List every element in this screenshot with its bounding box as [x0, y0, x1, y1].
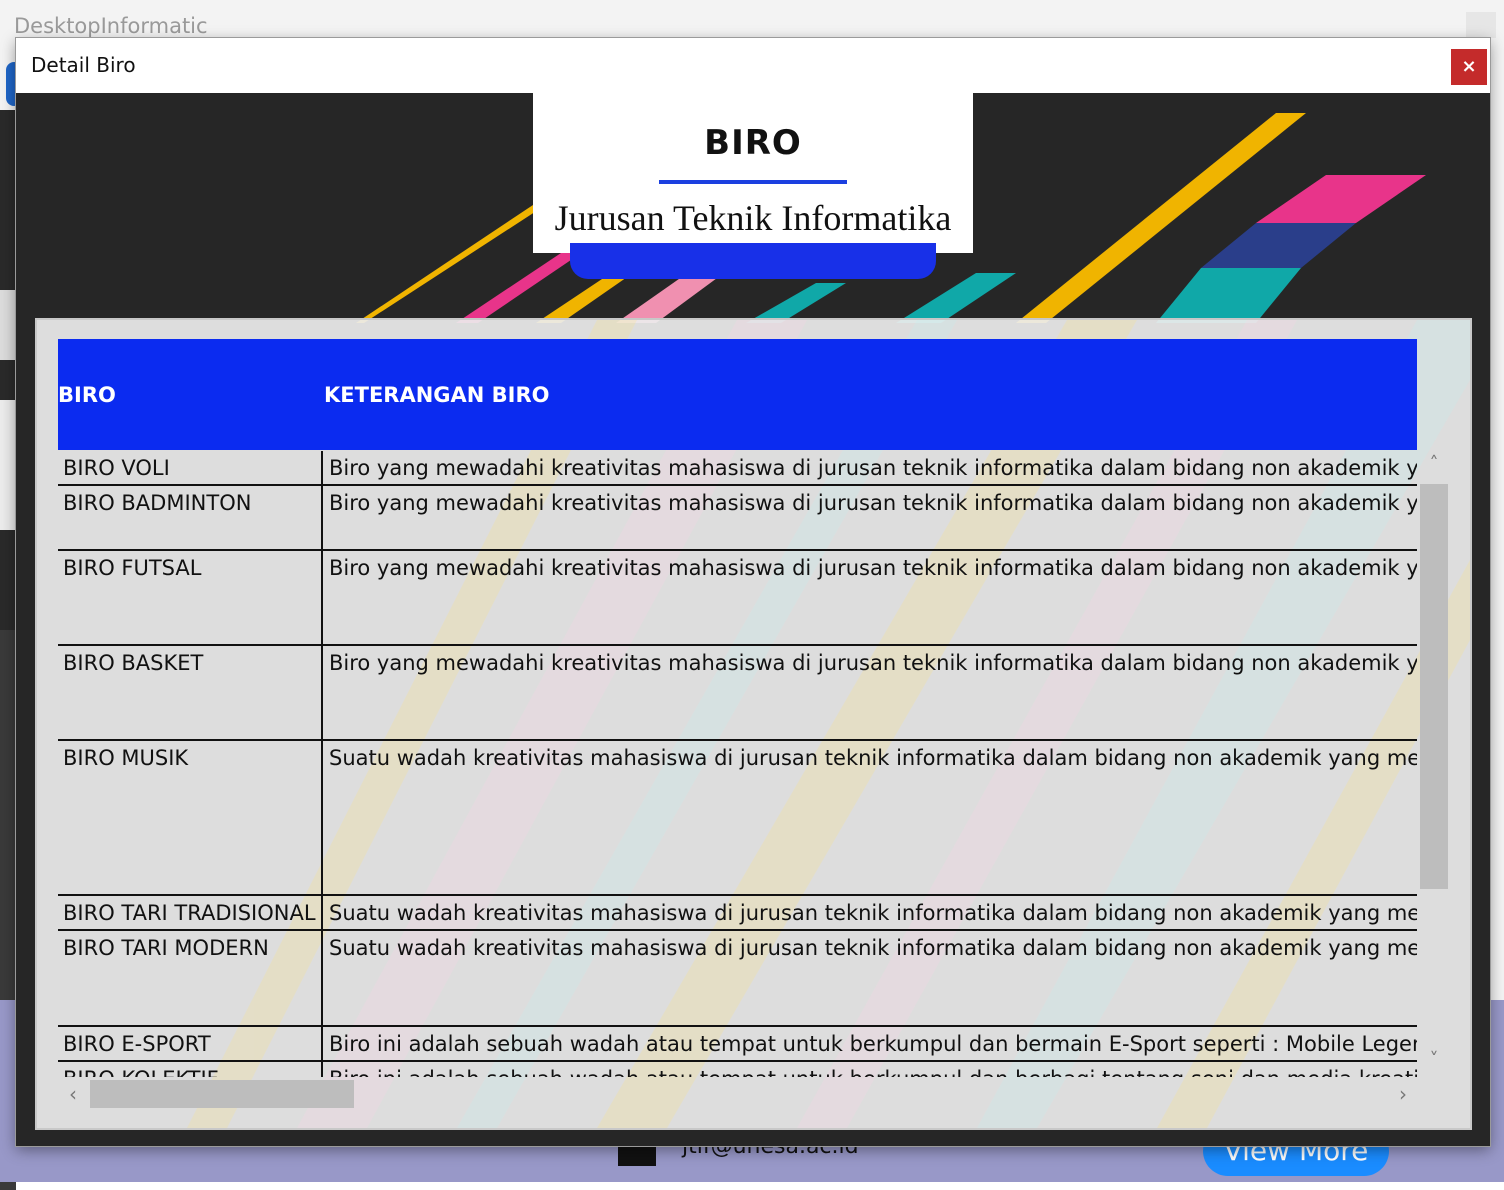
horizontal-scrollbar[interactable]: ‹ › — [58, 1077, 1420, 1111]
table-row[interactable]: BIRO TARI TRADISIONAL Suatu wadah kreati… — [58, 896, 1417, 931]
banner-card: BIRO Jurusan Teknik Informatika — [533, 93, 973, 253]
scroll-up-icon[interactable]: ˄ — [1418, 451, 1450, 477]
stripe-teal-small — [896, 273, 1016, 323]
biro-name: BIRO MUSIK — [63, 746, 189, 770]
background-strip-segment — [0, 290, 16, 360]
biro-cell: BIRO BASKET — [58, 646, 323, 739]
stripe-navy-block — [1201, 223, 1356, 268]
table-row[interactable]: BIRO KOLEKTIF Biro ini adalah sebuah wad… — [58, 1062, 1417, 1077]
biro-cell: BIRO E-SPORT — [58, 1027, 323, 1060]
table-row[interactable]: BIRO BASKET Biro yang mewadahi kreativit… — [58, 646, 1417, 741]
biro-name: BIRO BASKET — [63, 651, 204, 675]
keterangan-cell: Biro ini adalah sebuah wadah atau tempat… — [329, 1032, 1417, 1056]
table-body: BIRO VOLI Biro yang mewadahi kreativitas… — [58, 451, 1417, 1077]
biro-cell: BIRO BADMINTON — [58, 486, 323, 549]
table-row[interactable]: BIRO FUTSAL Biro yang mewadahi kreativit… — [58, 551, 1417, 646]
table-row[interactable]: BIRO MUSIK Suatu wadah kreativitas mahas… — [58, 741, 1417, 896]
background-close-button[interactable] — [1466, 12, 1496, 38]
keterangan-cell: Biro yang mewadahi kreativitas mahasiswa… — [329, 456, 1417, 480]
biro-name: BIRO TARI TRADISIONAL — [63, 901, 316, 925]
keterangan-cell: Biro yang mewadahi kreativitas mahasiswa… — [329, 651, 1417, 675]
table-row[interactable]: BIRO TARI MODERN Suatu wadah kreativitas… — [58, 931, 1417, 1027]
biro-cell: BIRO FUTSAL — [58, 551, 323, 644]
scroll-left-icon[interactable]: ‹ — [58, 1077, 88, 1111]
table-row[interactable]: BIRO VOLI Biro yang mewadahi kreativitas… — [58, 451, 1417, 486]
biro-table-panel: BIRO KETERANGAN BIRO BIRO VOLI Biro yang… — [37, 320, 1470, 1128]
column-header-biro[interactable]: BIRO — [58, 383, 116, 407]
biro-name: BIRO BADMINTON — [63, 491, 252, 515]
keterangan-cell: Biro ini adalah sebuah wadah atau tempat… — [329, 1067, 1417, 1077]
dialog-titlebar: Detail Biro × — [16, 38, 1490, 93]
biro-cell: BIRO VOLI — [58, 451, 323, 484]
keterangan-cell: Suatu wadah kreativitas mahasiswa di jur… — [329, 746, 1417, 770]
keterangan-cell: Suatu wadah kreativitas mahasiswa di jur… — [329, 901, 1417, 925]
table-row[interactable]: BIRO BADMINTON Biro yang mewadahi kreati… — [58, 486, 1417, 551]
table-row[interactable]: BIRO E-SPORT Biro ini adalah sebuah wada… — [58, 1027, 1417, 1062]
column-header-keterangan[interactable]: KETERANGAN BIRO — [324, 383, 550, 407]
banner-accent-bar — [570, 243, 936, 279]
vertical-scroll-thumb[interactable] — [1420, 484, 1448, 889]
biro-cell: BIRO KOLEKTIF — [58, 1062, 323, 1077]
stripe-yellow-thin — [356, 203, 541, 323]
biro-cell: BIRO TARI MODERN — [58, 931, 323, 1025]
scroll-down-icon[interactable]: ˅ — [1418, 1047, 1450, 1073]
biro-name: BIRO VOLI — [63, 456, 170, 480]
biro-name: BIRO FUTSAL — [63, 556, 202, 580]
stripe-teal-mid — [746, 283, 846, 323]
scroll-right-icon[interactable]: › — [1388, 1077, 1418, 1111]
background-strip-segment — [0, 400, 16, 530]
background-app-title: DesktopInformatic — [14, 14, 208, 38]
biro-cell: BIRO TARI TRADISIONAL — [58, 896, 323, 929]
stripe-pink-block — [1256, 175, 1426, 223]
biro-name: BIRO E-SPORT — [63, 1032, 211, 1056]
keterangan-cell: Biro yang mewadahi kreativitas mahasiswa… — [329, 556, 1417, 580]
stripe-teal-block — [1156, 268, 1301, 323]
dialog-content: BIRO Jurusan Teknik Informatika BIRO KET… — [16, 93, 1490, 1146]
close-button[interactable]: × — [1451, 49, 1487, 85]
detail-biro-dialog: Detail Biro × BIRO Jurusan Teknik Inform… — [16, 38, 1490, 1146]
table-header: BIRO KETERANGAN BIRO — [58, 339, 1417, 450]
biro-name: BIRO KOLEKTIF — [63, 1067, 219, 1077]
vertical-scrollbar[interactable]: ˄ ˅ — [1418, 451, 1450, 1079]
banner-title: BIRO — [704, 123, 802, 163]
biro-cell: BIRO MUSIK — [58, 741, 323, 894]
biro-name: BIRO TARI MODERN — [63, 936, 269, 960]
keterangan-cell: Biro yang mewadahi kreativitas mahasiswa… — [329, 491, 1417, 515]
horizontal-scroll-thumb[interactable] — [90, 1080, 354, 1108]
banner-divider — [659, 180, 847, 184]
banner-subtitle: Jurusan Teknik Informatika — [554, 198, 952, 238]
keterangan-cell: Suatu wadah kreativitas mahasiswa di jur… — [329, 936, 1417, 960]
dialog-title: Detail Biro — [31, 53, 136, 77]
